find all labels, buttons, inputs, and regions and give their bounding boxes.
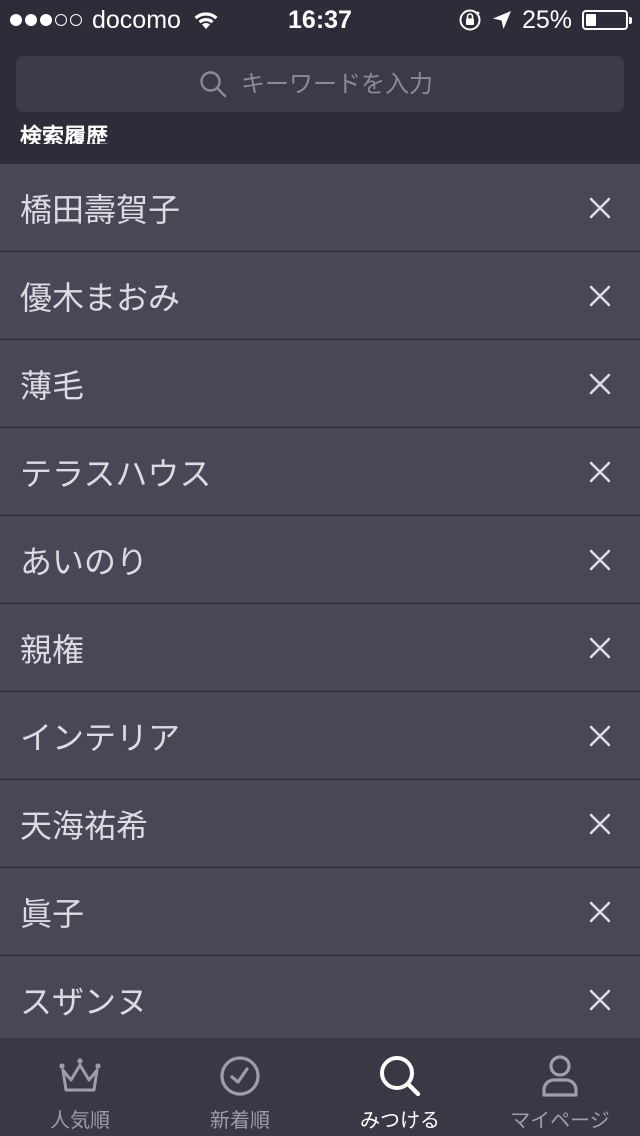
- close-icon: [589, 373, 611, 394]
- tab-label: みつける: [360, 1108, 440, 1132]
- history-item[interactable]: あいのり: [0, 516, 640, 604]
- remove-history-button[interactable]: [582, 806, 618, 842]
- remove-history-button[interactable]: [582, 190, 618, 226]
- search-icon: [199, 70, 227, 98]
- clock-icon: [219, 1054, 261, 1098]
- search-header: 検索履歴: [0, 40, 640, 164]
- history-item-label: スザンヌ: [20, 982, 149, 1021]
- remove-history-button[interactable]: [582, 278, 618, 314]
- history-item[interactable]: 橋田壽賀子: [0, 164, 640, 252]
- close-icon: [589, 725, 611, 746]
- search-input[interactable]: [241, 70, 441, 98]
- status-bar: docomo 16:37 25%: [0, 0, 640, 40]
- tab-mypage[interactable]: マイページ: [480, 1038, 640, 1136]
- remove-history-button[interactable]: [582, 894, 618, 930]
- close-icon: [589, 637, 611, 658]
- orientation-lock-icon: [458, 8, 482, 32]
- battery-percent: 25%: [521, 5, 572, 34]
- history-list: 橋田壽賀子 優木まおみ 薄毛 テラスハウス あいのり 親権 インテリア 天海祐希…: [0, 164, 640, 1038]
- user-icon: [540, 1054, 580, 1098]
- history-item[interactable]: 親権: [0, 604, 640, 692]
- tab-label: 人気順: [50, 1108, 110, 1132]
- remove-history-button[interactable]: [582, 366, 618, 402]
- status-right: 25%: [458, 0, 632, 40]
- history-item[interactable]: スザンヌ: [0, 956, 640, 1038]
- remove-history-button[interactable]: [582, 718, 618, 754]
- search-box[interactable]: [16, 56, 624, 112]
- history-item-label: テラスハウス: [20, 454, 212, 493]
- history-item[interactable]: 優木まおみ: [0, 252, 640, 340]
- history-item-label: インテリア: [20, 718, 181, 757]
- close-icon: [589, 901, 611, 922]
- history-item[interactable]: インテリア: [0, 692, 640, 780]
- crown-icon: [58, 1054, 102, 1098]
- history-item-label: あいのり: [20, 542, 149, 581]
- tab-discover[interactable]: みつける: [320, 1038, 480, 1136]
- close-icon: [589, 989, 611, 1010]
- remove-history-button[interactable]: [582, 542, 618, 578]
- remove-history-button[interactable]: [582, 982, 618, 1018]
- search-icon: [378, 1054, 422, 1098]
- close-icon: [589, 461, 611, 482]
- tab-newest[interactable]: 新着順: [160, 1038, 320, 1136]
- history-item[interactable]: 薄毛: [0, 340, 640, 428]
- tab-popular[interactable]: 人気順: [0, 1038, 160, 1136]
- history-item-label: 眞子: [20, 894, 85, 933]
- history-title: 検索履歴: [20, 125, 109, 144]
- history-item[interactable]: 天海祐希: [0, 780, 640, 868]
- history-item-label: 天海祐希: [20, 806, 149, 845]
- close-icon: [589, 549, 611, 570]
- history-item[interactable]: テラスハウス: [0, 428, 640, 516]
- close-icon: [589, 197, 611, 218]
- close-icon: [589, 285, 611, 306]
- history-item-label: 優木まおみ: [20, 278, 181, 317]
- tab-bar: 人気順 新着順 みつける マイページ: [0, 1038, 640, 1136]
- tab-label: マイページ: [510, 1108, 610, 1132]
- history-item-label: 橋田壽賀子: [20, 190, 181, 229]
- history-item-label: 薄毛: [20, 366, 85, 405]
- battery-icon: [582, 10, 632, 30]
- history-item[interactable]: 眞子: [0, 868, 640, 956]
- close-icon: [589, 813, 611, 834]
- tab-label: 新着順: [210, 1108, 270, 1132]
- location-arrow-icon: [492, 10, 512, 30]
- remove-history-button[interactable]: [582, 454, 618, 490]
- remove-history-button[interactable]: [582, 630, 618, 666]
- battery-level: [586, 14, 596, 26]
- history-item-label: 親権: [20, 630, 85, 669]
